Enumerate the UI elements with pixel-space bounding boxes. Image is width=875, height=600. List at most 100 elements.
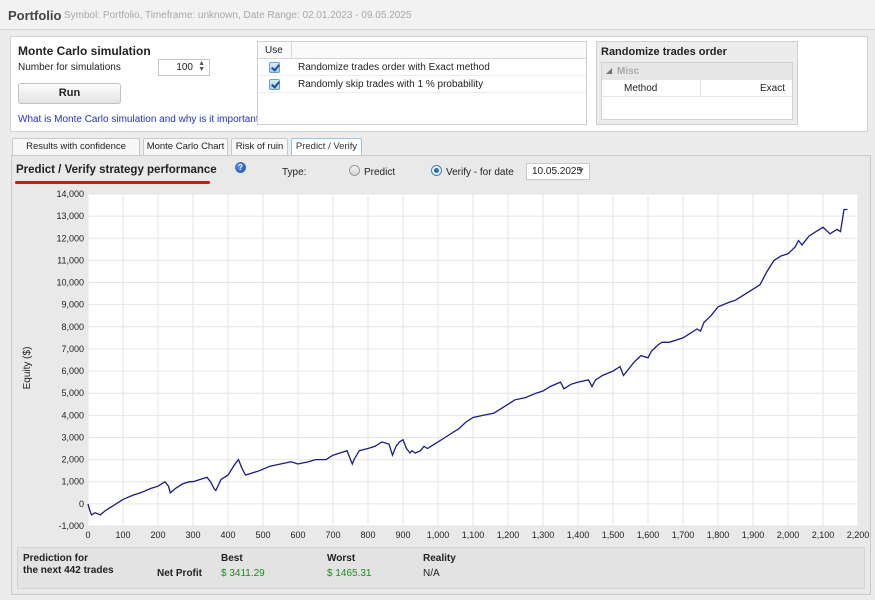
y-tick-label: 10,000 [56,278,84,288]
x-tick-label: 2,100 [812,530,835,540]
window-title: Portfolio [8,8,62,23]
verify-radio[interactable] [431,165,442,176]
verify-radio-label[interactable]: Verify - for date [446,167,514,178]
y-tick-label: 12,000 [56,233,84,243]
title-underline [15,181,210,184]
y-axis-ticks: -1,000 0 1,000 2,000 3,000 4,000 5,000 6,000 7,0… [56,189,84,531]
y-tick-label: 0 [79,499,84,509]
net-profit-label: Net Profit [157,568,202,579]
x-tick-label: 1,800 [707,530,730,540]
prediction-label: Prediction for the next 442 trades [23,553,133,577]
x-tick-label: 1,200 [497,530,520,540]
use-column-header: Use [265,45,283,56]
type-label: Type: [282,167,307,178]
window-subtitle: Symbol: Portfolio, Timeframe: unknown, D… [64,10,412,21]
window-titlebar: Portfolio Symbol: Portfolio, Timeframe: … [0,0,875,30]
x-tick-label: 100 [115,530,130,540]
stepper-arrows-icon[interactable]: ▲ ▼ [198,60,205,73]
x-tick-label: 1,400 [567,530,590,540]
equity-chart: -1,00001,0002,0003,0004,0005,0006,0007,0… [22,189,869,540]
y-tick-label: 9,000 [61,300,84,310]
x-tick-label: 1,600 [637,530,660,540]
y-tick-label: 8,000 [61,322,84,332]
predict-verify-title: Predict / Verify strategy performance [16,164,217,176]
prediction-label-line2: the next 442 trades [23,565,114,576]
x-tick-label: 900 [395,530,410,540]
method-key: Method [624,83,658,94]
x-tick-label: 200 [150,530,165,540]
verify-date-value: 10.05.2025 [532,166,583,177]
method-value[interactable]: Exact [760,83,785,94]
randomize-option-label: Randomize trades order with Exact method [298,62,490,73]
y-tick-label: 14,000 [56,189,84,199]
worst-net-profit: $ 1465.31 [327,568,372,579]
dropdown-arrow-icon[interactable]: ▼ [577,166,585,175]
y-tick-label: 3,000 [61,432,84,442]
y-tick-label: 2,000 [61,455,84,465]
prediction-summary: Prediction for the next 442 trades Best … [17,547,865,589]
simulations-label: Number for simulations [18,62,121,73]
tab-monte-carlo-chart[interactable]: Monte Carlo Chart [143,138,228,155]
x-tick-label: 1,100 [462,530,485,540]
run-button[interactable]: Run [18,83,121,104]
x-tick-label: 600 [290,530,305,540]
tab-results-confidence[interactable]: Results with confidence levels [12,138,140,167]
x-tick-label: 400 [220,530,235,540]
x-tick-label: 1,500 [602,530,625,540]
y-tick-label: 13,000 [56,211,84,221]
help-icon[interactable]: ? [235,162,246,173]
predict-radio[interactable] [349,165,360,176]
x-tick-label: 300 [185,530,200,540]
collapse-triangle-icon[interactable]: ◢ [606,66,612,75]
x-tick-label: 700 [325,530,340,540]
y-tick-label: 11,000 [57,255,84,265]
options-table: Use Randomize trades order with Exact me… [257,41,587,125]
skip-trades-checkbox[interactable] [269,79,280,90]
reality-net-profit: N/A [423,568,440,579]
property-divider [700,80,701,97]
x-tick-label: 500 [255,530,270,540]
randomize-settings-panel: Randomize trades order ◢ Misc Method Exa… [596,41,798,125]
randomize-settings-title: Randomize trades order [601,46,727,58]
randomize-checkbox[interactable] [269,62,280,73]
y-tick-label: 1,000 [61,477,84,487]
best-net-profit: $ 3411.29 [221,568,265,579]
method-property-row[interactable]: Method Exact [602,80,792,97]
misc-group-header[interactable]: ◢ Misc [602,63,792,80]
skip-option-label: Randomly skip trades with 1 % probabilit… [298,79,484,90]
simulations-stepper[interactable]: 100 ▲ ▼ [158,59,210,76]
option-row-randomize[interactable]: Randomize trades order with Exact method [258,59,586,76]
monte-carlo-title: Monte Carlo simulation [18,44,151,58]
tab-predict-verify[interactable]: Predict / Verify [291,138,362,155]
reality-header: Reality [423,553,456,564]
best-header: Best [221,553,243,564]
tab-risk-of-ruin[interactable]: Risk of ruin [231,138,288,155]
verify-date-select[interactable]: 10.05.2025 ▼ [526,163,590,180]
options-table-header: Use [258,42,586,59]
x-tick-label: 1,000 [427,530,450,540]
y-tick-label: 5,000 [61,388,84,398]
prediction-label-line1: Prediction for [23,553,89,564]
x-tick-label: 1,900 [742,530,765,540]
y-tick-label: 7,000 [61,344,84,354]
monte-carlo-help-link[interactable]: What is Monte Carlo simulation and why i… [18,114,264,125]
predict-verify-panel: Predict / Verify strategy performance ? … [11,155,871,595]
x-tick-label: 800 [360,530,375,540]
x-tick-label: 1,700 [672,530,695,540]
misc-group-label: Misc [617,66,640,77]
x-tick-label: 1,300 [532,530,555,540]
y-tick-label: -1,000 [58,521,84,531]
worst-header: Worst [327,553,356,564]
y-tick-label: 4,000 [61,410,84,420]
x-tick-label: 2,200 [847,530,870,540]
x-axis-ticks: 0 100 200 300 400 500 600 700 800 900 1,000 1,100 1,… [85,530,869,540]
x-tick-label: 2,000 [777,530,800,540]
y-tick-label: 6,000 [61,366,84,376]
x-tick-label: 0 [85,530,90,540]
property-grid: ◢ Misc Method Exact [601,62,793,120]
option-row-skip[interactable]: Randomly skip trades with 1 % probabilit… [258,76,586,93]
predict-radio-label[interactable]: Predict [364,167,395,178]
monte-carlo-panel: Monte Carlo simulation Number for simula… [10,36,868,132]
column-divider [291,42,292,59]
simulations-value: 100 [176,62,193,73]
